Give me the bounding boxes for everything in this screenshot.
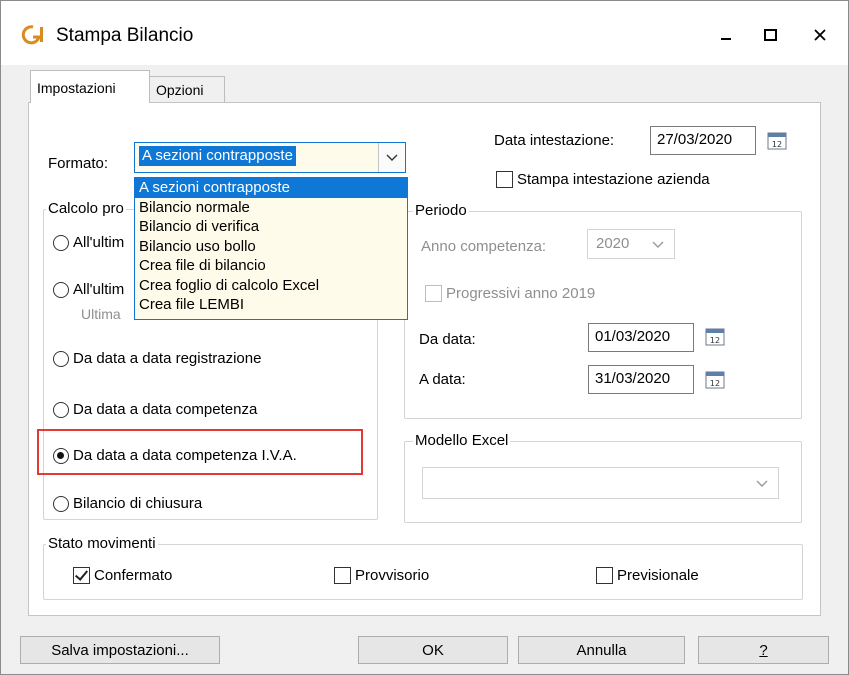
confermato-checkbox[interactable]: Confermato — [73, 567, 172, 584]
maximize-button[interactable] — [747, 15, 793, 55]
dropdown-option[interactable]: Bilancio normale — [135, 198, 407, 218]
data-intestazione-field[interactable]: 27/03/2020 — [650, 126, 756, 155]
da-data-label: Da data: — [419, 331, 476, 348]
radio-button[interactable] — [53, 350, 69, 367]
close-icon — [814, 29, 826, 41]
radio-label: All'ultim — [73, 281, 125, 298]
stampa-intestazione-label: Stampa intestazione azienda — [517, 171, 710, 188]
progressivi-box[interactable] — [425, 285, 442, 302]
dropdown-option[interactable]: Bilancio uso bollo — [135, 237, 407, 257]
tab-impostazioni[interactable]: Impostazioni — [30, 70, 150, 103]
calendar-icon[interactable]: 12 — [705, 369, 725, 389]
previsionale-box[interactable] — [596, 567, 613, 584]
calcolo-group-title: Calcolo pro — [46, 200, 126, 217]
provvisorio-checkbox[interactable]: Provvisorio — [334, 567, 429, 584]
progressivi-label: Progressivi anno 2019 — [446, 285, 596, 302]
calcolo-option-da-data-registrazione[interactable]: Da data a data registrazione — [53, 350, 261, 367]
window-title: Stampa Bilancio — [56, 25, 194, 46]
dialog-window: Stampa Bilancio Impostazioni Opzioni For… — [0, 0, 849, 675]
periodo-group-title: Periodo — [413, 202, 469, 219]
minimize-button[interactable] — [703, 15, 749, 55]
chevron-down-icon — [386, 154, 398, 161]
modello-excel-title: Modello Excel — [413, 432, 511, 449]
data-intestazione-label: Data intestazione: — [494, 132, 615, 149]
radio-button[interactable] — [53, 281, 69, 298]
dropdown-option[interactable]: Bilancio di verifica — [135, 217, 407, 237]
formato-combo-value: A sezioni contrapposte — [139, 146, 296, 166]
modello-excel-combo[interactable] — [422, 467, 779, 499]
anno-competenza-combo[interactable]: 2020 — [587, 229, 675, 259]
stampa-intestazione-box[interactable] — [496, 171, 513, 188]
app-logo-icon — [21, 25, 43, 45]
chevron-down-icon — [756, 480, 768, 487]
confermato-label: Confermato — [94, 567, 173, 584]
calcolo-option-2[interactable]: All'ultim — [53, 281, 124, 298]
formato-label: Formato: — [48, 155, 109, 172]
radio-label: Da data a data competenza — [73, 401, 258, 418]
maximize-icon — [763, 29, 777, 41]
highlight-box — [37, 429, 363, 475]
ultima-sublabel: Ultima — [81, 306, 121, 322]
dialog-body: Impostazioni Opzioni Formato: A sezioni … — [1, 65, 848, 674]
stampa-intestazione-checkbox[interactable]: Stampa intestazione azienda — [496, 171, 710, 188]
tab-panel-impostazioni: Formato: A sezioni contrapposte Data int… — [28, 102, 821, 616]
calcolo-option-da-data-competenza[interactable]: Da data a data competenza — [53, 401, 257, 418]
previsionale-checkbox[interactable]: Previsionale — [596, 567, 699, 584]
progressivi-checkbox[interactable]: Progressivi anno 2019 — [425, 285, 595, 302]
minimize-icon — [721, 38, 731, 40]
anno-competenza-label: Anno competenza: — [421, 238, 547, 255]
formato-dropdown-list[interactable]: A sezioni contrapposte Bilancio normale … — [134, 177, 408, 320]
radio-button[interactable] — [53, 495, 69, 512]
calcolo-option-bilancio-chiusura[interactable]: Bilancio di chiusura — [53, 495, 202, 512]
formato-dropdown-button[interactable] — [378, 143, 405, 172]
confermato-box[interactable] — [73, 567, 90, 584]
dropdown-option[interactable]: Crea file di bilancio — [135, 256, 407, 276]
radio-button[interactable] — [53, 401, 69, 418]
ok-button[interactable]: OK — [358, 636, 508, 664]
title-bar: Stampa Bilancio — [1, 1, 848, 65]
formato-combo[interactable]: A sezioni contrapposte — [134, 142, 406, 173]
stato-movimenti-title: Stato movimenti — [46, 535, 158, 552]
dropdown-option[interactable]: A sezioni contrapposte — [135, 178, 407, 198]
help-button[interactable]: ? — [698, 636, 829, 664]
anno-competenza-value: 2020 — [596, 235, 630, 252]
dropdown-option[interactable]: Crea foglio di calcolo Excel — [135, 276, 407, 296]
radio-label: Da data a data registrazione — [73, 350, 262, 367]
annulla-button[interactable]: Annulla — [518, 636, 685, 664]
tab-opzioni[interactable]: Opzioni — [149, 76, 225, 104]
radio-label: All'ultim — [73, 234, 125, 251]
svg-text:12: 12 — [710, 379, 720, 388]
provvisorio-label: Provvisorio — [355, 567, 430, 584]
svg-text:12: 12 — [710, 336, 720, 345]
previsionale-label: Previsionale — [617, 567, 699, 584]
a-data-label: A data: — [419, 371, 466, 388]
a-data-field[interactable]: 31/03/2020 — [588, 365, 694, 394]
calcolo-option-1[interactable]: All'ultim — [53, 234, 124, 251]
da-data-field[interactable]: 01/03/2020 — [588, 323, 694, 352]
salva-impostazioni-button[interactable]: Salva impostazioni... — [20, 636, 220, 664]
radio-button[interactable] — [53, 234, 69, 251]
svg-text:12: 12 — [772, 140, 782, 149]
calendar-icon[interactable]: 12 — [705, 326, 725, 346]
radio-label: Bilancio di chiusura — [73, 495, 203, 512]
dropdown-option[interactable]: Crea file LEMBI — [135, 295, 407, 315]
calendar-icon[interactable]: 12 — [767, 130, 787, 150]
provvisorio-box[interactable] — [334, 567, 351, 584]
chevron-down-icon — [652, 241, 664, 248]
close-button[interactable] — [797, 15, 843, 55]
